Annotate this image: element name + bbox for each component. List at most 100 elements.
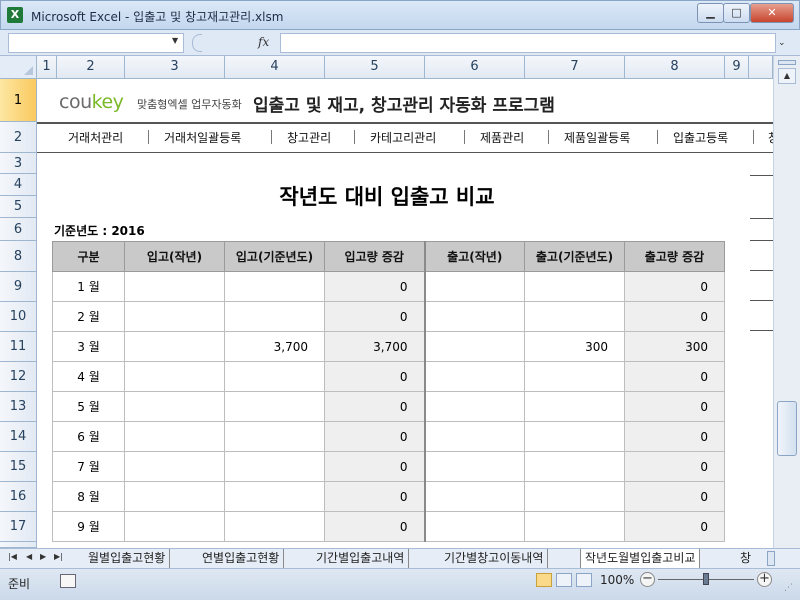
diff-cell[interactable]: 0: [324, 481, 426, 512]
split-handle[interactable]: [778, 60, 796, 65]
diff-cell[interactable]: 0: [324, 421, 426, 452]
cell[interactable]: [424, 301, 525, 332]
name-box[interactable]: [8, 33, 184, 53]
diff-cell[interactable]: 0: [324, 271, 426, 302]
col-header-out-last-year[interactable]: 출고(작년): [424, 241, 525, 272]
row-header[interactable]: 17: [0, 512, 37, 542]
sheet-tab[interactable]: 창: [736, 549, 755, 568]
cell[interactable]: [524, 271, 625, 302]
col-header-in-diff[interactable]: 입고량 증감: [324, 241, 426, 272]
month-cell[interactable]: 7 월: [52, 451, 125, 482]
month-cell[interactable]: 6 월: [52, 421, 125, 452]
select-all-corner[interactable]: [0, 56, 37, 79]
insert-function-icon[interactable]: fx: [258, 35, 269, 49]
row-header[interactable]: 16: [0, 482, 37, 512]
month-cell[interactable]: 5 월: [52, 391, 125, 422]
row-header[interactable]: 15: [0, 452, 37, 482]
macro-record-icon[interactable]: [60, 574, 76, 588]
row-header[interactable]: 8: [0, 241, 37, 272]
cell[interactable]: [124, 511, 225, 542]
column-header[interactable]: 8: [625, 56, 725, 79]
sheet-tab[interactable]: 기간별입출고내역: [312, 549, 410, 568]
normal-view-button[interactable]: [536, 573, 552, 587]
cell[interactable]: [124, 331, 225, 362]
column-header[interactable]: 4: [225, 56, 325, 79]
month-cell[interactable]: 9 월: [52, 511, 125, 542]
col-header-category[interactable]: 구분: [52, 241, 125, 272]
cell[interactable]: [524, 451, 625, 482]
cell[interactable]: [424, 451, 525, 482]
cell[interactable]: [224, 391, 325, 422]
cell[interactable]: [224, 451, 325, 482]
row-header[interactable]: 11: [0, 332, 37, 362]
minimize-button[interactable]: ▁: [697, 3, 724, 23]
cell[interactable]: [424, 391, 525, 422]
diff-cell[interactable]: 0: [324, 511, 426, 542]
nav-item-client-bulk[interactable]: 거래처일괄등록: [164, 129, 241, 146]
cell[interactable]: [524, 421, 625, 452]
col-header-in-base-year[interactable]: 입고(기준년도): [224, 241, 325, 272]
scroll-thumb[interactable]: [777, 401, 797, 456]
column-header[interactable]: 1: [37, 56, 57, 79]
tab-split-handle[interactable]: [767, 551, 775, 566]
nav-item-category[interactable]: 카테고리관리: [370, 129, 436, 146]
cell[interactable]: [524, 301, 625, 332]
row-header[interactable]: 5: [0, 196, 37, 218]
col-header-out-base-year[interactable]: 출고(기준년도): [524, 241, 625, 272]
nav-item-inout[interactable]: 입출고등록: [673, 129, 728, 146]
diff-cell[interactable]: 0: [624, 361, 725, 392]
month-cell[interactable]: 3 월: [52, 331, 125, 362]
sheet-tab-active[interactable]: 작년도월별입출고비교: [580, 549, 701, 568]
diff-cell[interactable]: 0: [624, 301, 725, 332]
cell[interactable]: [524, 361, 625, 392]
zoom-level[interactable]: 100%: [600, 573, 634, 587]
column-header[interactable]: 7: [525, 56, 625, 79]
expand-formula-icon[interactable]: ⌄: [778, 38, 786, 48]
cell[interactable]: [224, 481, 325, 512]
cell[interactable]: [224, 421, 325, 452]
row-header[interactable]: 14: [0, 422, 37, 452]
cell[interactable]: [124, 421, 225, 452]
sheet-tab[interactable]: 월별입출고현황: [84, 549, 171, 568]
prev-sheet-icon[interactable]: ◀: [26, 552, 32, 561]
cell[interactable]: 300: [524, 331, 625, 362]
diff-cell[interactable]: 300: [624, 331, 725, 362]
row-header[interactable]: 13: [0, 392, 37, 422]
formula-input[interactable]: [280, 33, 776, 53]
close-button[interactable]: ✕: [750, 3, 794, 23]
row-header[interactable]: 9: [0, 272, 37, 302]
row-header[interactable]: 6: [0, 218, 37, 241]
zoom-slider-thumb[interactable]: [703, 573, 709, 585]
cell[interactable]: [424, 511, 525, 542]
column-header[interactable]: 5: [325, 56, 425, 79]
month-cell[interactable]: 8 월: [52, 481, 125, 512]
column-header[interactable]: 9: [725, 56, 749, 79]
cell[interactable]: [524, 391, 625, 422]
diff-cell[interactable]: 0: [624, 271, 725, 302]
row-header[interactable]: 10: [0, 302, 37, 332]
diff-cell[interactable]: 0: [624, 451, 725, 482]
cell[interactable]: [224, 511, 325, 542]
cell[interactable]: [224, 301, 325, 332]
chevron-down-icon[interactable]: ▼: [172, 36, 178, 45]
month-cell[interactable]: 4 월: [52, 361, 125, 392]
cell[interactable]: [124, 271, 225, 302]
col-header-out-diff[interactable]: 출고량 증감: [624, 241, 725, 272]
column-header[interactable]: 3: [125, 56, 225, 79]
scroll-up-icon[interactable]: ▲: [778, 68, 796, 84]
next-sheet-icon[interactable]: ▶: [40, 552, 46, 561]
maximize-button[interactable]: □: [723, 3, 750, 23]
cell[interactable]: 3,700: [224, 331, 325, 362]
cell[interactable]: [424, 331, 525, 362]
diff-cell[interactable]: 0: [624, 421, 725, 452]
row-header[interactable]: 12: [0, 362, 37, 392]
diff-cell[interactable]: 0: [624, 481, 725, 512]
cell[interactable]: [524, 481, 625, 512]
cell[interactable]: [124, 361, 225, 392]
column-header[interactable]: 6: [425, 56, 525, 79]
cell[interactable]: [124, 391, 225, 422]
diff-cell[interactable]: 0: [324, 451, 426, 482]
cell[interactable]: [124, 301, 225, 332]
cell[interactable]: [424, 361, 525, 392]
cell[interactable]: [524, 511, 625, 542]
